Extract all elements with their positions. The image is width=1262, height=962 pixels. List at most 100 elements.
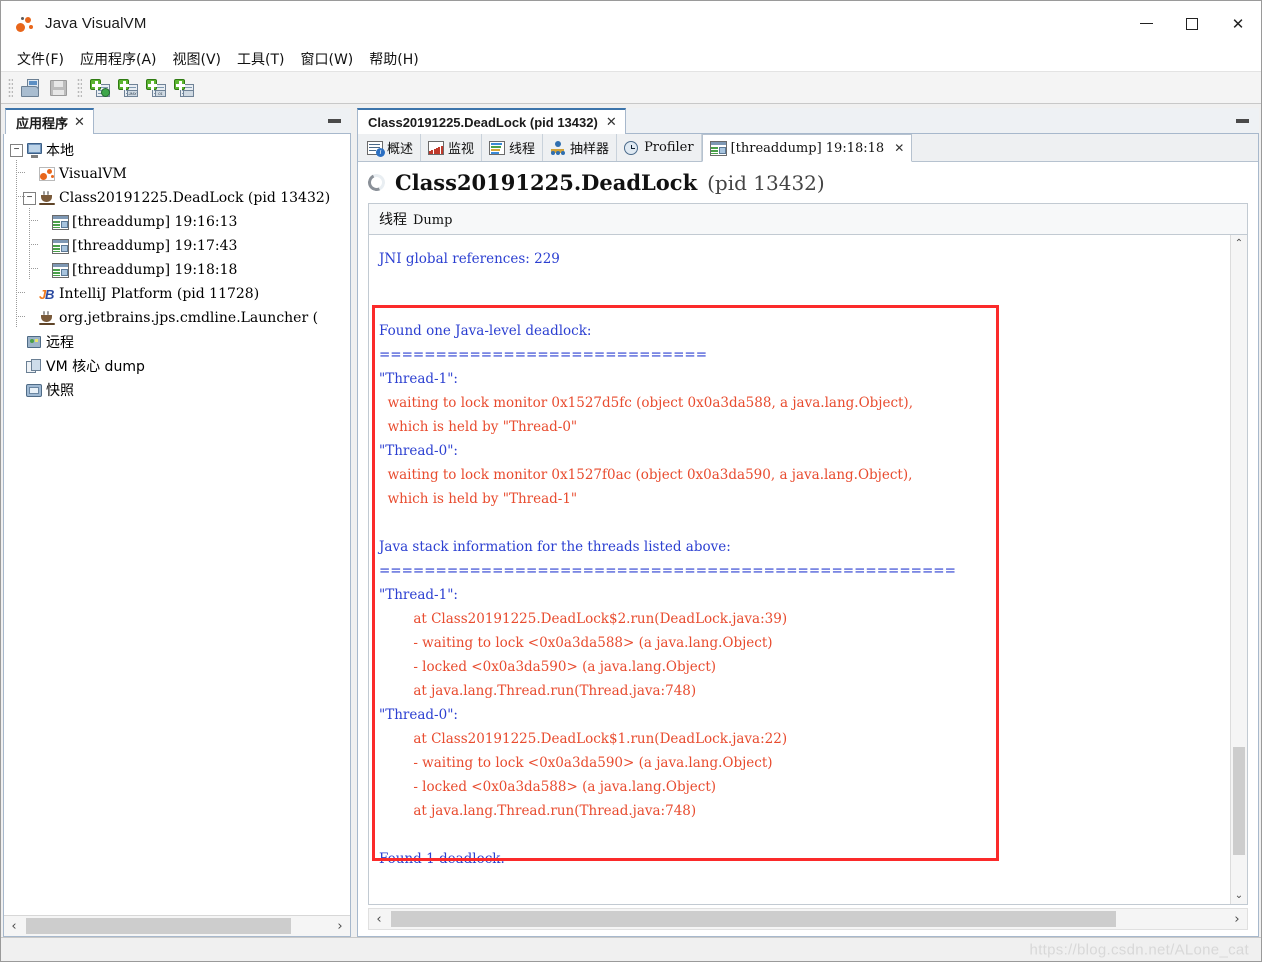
maximize-icon bbox=[1186, 17, 1198, 30]
dump-line: - locked <0x0a3da588> (a java.lang.Objec… bbox=[379, 779, 717, 795]
add-remote-host-button[interactable] bbox=[87, 75, 113, 101]
visualvm-icon bbox=[39, 166, 56, 182]
add-snapshot-button[interactable] bbox=[171, 75, 197, 101]
tree-expander-icon[interactable]: − bbox=[10, 143, 23, 157]
tree-node-threaddump-191818[interactable]: [threaddump] 19:18:18 bbox=[4, 256, 350, 282]
tree-node-intellij-platform[interactable]: J B IntelliJ Platform (pid 11728) bbox=[4, 280, 350, 306]
visualvm-icon bbox=[15, 14, 35, 34]
monitor-icon bbox=[26, 142, 43, 158]
dump-vscroll-thumb[interactable] bbox=[1233, 747, 1245, 856]
dump-line: which is held by "Thread-0" bbox=[379, 419, 578, 435]
threaddump-icon bbox=[52, 262, 69, 278]
dump-line: ============================= bbox=[379, 347, 708, 363]
tree-hscroll-thumb[interactable] bbox=[26, 918, 291, 934]
tab-monitor[interactable]: 监视 bbox=[421, 134, 483, 161]
dump-line: ========================================… bbox=[379, 563, 956, 579]
menu-view[interactable]: 视图(V) bbox=[165, 47, 230, 71]
minimize-icon[interactable] bbox=[1236, 118, 1249, 123]
tab-profiler[interactable]: Profiler bbox=[617, 134, 702, 161]
tree-node-threaddump-191613[interactable]: [threaddump] 19:16:13 bbox=[4, 208, 350, 234]
tab-overview[interactable]: i 概述 bbox=[360, 134, 422, 161]
tab-label: 概述 bbox=[387, 142, 414, 157]
tab-threads[interactable]: 线程 bbox=[482, 134, 544, 161]
dump-line: - waiting to lock <0x0a3da588> (a java.l… bbox=[379, 635, 773, 651]
thread-dump-output-area: JNI global references: 229 Found one Java… bbox=[368, 234, 1248, 905]
visualvm-window: Java VisualVM ✕ 文件(F) 应用程序(A) 视图(V) 工具(T) 窗口… bbox=[0, 0, 1262, 962]
open-file-button[interactable] bbox=[18, 75, 44, 101]
tree-horizontal-scrollbar[interactable]: ‹ › bbox=[4, 915, 350, 936]
save-disk-icon bbox=[49, 79, 69, 97]
dump-line: Java stack information for the threads l… bbox=[379, 539, 731, 555]
tree-node-remote[interactable]: 远程 bbox=[4, 330, 350, 354]
threaddump-icon bbox=[52, 238, 69, 254]
tree-node-jps-launcher[interactable]: org.jetbrains.jps.cmdline.Launcher ( bbox=[4, 304, 350, 330]
menu-window[interactable]: 窗口(W) bbox=[293, 47, 362, 71]
tree-node-label: VM 核心 dump bbox=[46, 359, 145, 375]
close-button[interactable]: ✕ bbox=[1215, 1, 1261, 46]
scroll-left-icon[interactable]: ‹ bbox=[369, 912, 389, 927]
scroll-right-icon[interactable]: › bbox=[1227, 912, 1247, 927]
tab-sampler[interactable]: 抽样器 bbox=[543, 134, 618, 161]
tab-label: Profiler bbox=[644, 140, 694, 155]
dump-line bbox=[379, 295, 1230, 319]
minimize-icon[interactable] bbox=[328, 118, 341, 123]
title-bar: Java VisualVM ✕ bbox=[1, 1, 1261, 46]
tree-hscroll-track[interactable] bbox=[24, 916, 330, 936]
scroll-up-icon[interactable]: ⌃ bbox=[1231, 235, 1247, 252]
tab-label: 线程 bbox=[509, 142, 536, 157]
minimize-button[interactable] bbox=[1123, 1, 1169, 46]
dump-hscroll-thumb[interactable] bbox=[391, 911, 1116, 927]
dump-process-pid: (pid 13432) bbox=[707, 170, 825, 195]
menu-applications[interactable]: 应用程序(A) bbox=[72, 47, 165, 71]
dump-line: at java.lang.Thread.run(Thread.java:748) bbox=[379, 803, 697, 819]
thread-dump-scroll-viewport[interactable]: JNI global references: 229 Found one Java… bbox=[369, 235, 1230, 904]
scroll-left-icon[interactable]: ‹ bbox=[4, 919, 24, 934]
profiler-clock-icon bbox=[624, 140, 640, 155]
scroll-down-icon[interactable]: ⌄ bbox=[1231, 887, 1247, 904]
tree-node-vm-coredump[interactable]: VM 核心 dump bbox=[4, 354, 350, 378]
thread-dump-section-header: 线程 Dump bbox=[368, 203, 1248, 234]
close-icon[interactable]: ✕ bbox=[894, 141, 904, 155]
dump-horizontal-scrollbar[interactable]: ‹ › bbox=[368, 908, 1248, 930]
threaddump-icon bbox=[52, 214, 69, 230]
tree-node-threaddump-191743[interactable]: [threaddump] 19:17:43 bbox=[4, 232, 350, 258]
applications-tab[interactable]: 应用程序 ✕ bbox=[5, 108, 94, 134]
menu-help[interactable]: 帮助(H) bbox=[361, 47, 426, 71]
dump-line: waiting to lock monitor 0x1527d5fc (obje… bbox=[379, 395, 913, 411]
close-icon[interactable]: ✕ bbox=[74, 115, 85, 130]
add-jmx-connection-button[interactable]: JMX bbox=[115, 75, 141, 101]
dump-line: which is held by "Thread-1" bbox=[379, 491, 578, 507]
tree-node-label: [threaddump] 19:18:18 bbox=[72, 262, 238, 278]
tree-node-snapshots[interactable]: 快照 bbox=[4, 378, 350, 402]
dump-vertical-scrollbar[interactable]: ⌃ ⌄ bbox=[1230, 235, 1247, 904]
dump-line: - waiting to lock <0x0a3da590> (a java.l… bbox=[379, 755, 773, 771]
toolbar-grip[interactable] bbox=[8, 77, 13, 98]
tab-threaddump-191818[interactable]: [threaddump] 19:18:18 ✕ bbox=[701, 134, 913, 162]
tree-expander-icon[interactable]: − bbox=[23, 191, 36, 205]
threaddump-icon bbox=[709, 140, 727, 156]
tree-node-local[interactable]: − 本地 bbox=[4, 138, 350, 162]
tab-label: [threaddump] 19:18:18 bbox=[730, 140, 885, 156]
coredump-icon bbox=[26, 358, 43, 374]
save-button[interactable] bbox=[46, 75, 72, 101]
tree-node-deadlock-process[interactable]: − Class20191225.DeadLock (pid 13432) bbox=[4, 184, 350, 210]
detail-sub-tabs: i 概述 监视 线程 抽样器 Profiler [threaddump] 19:18:18 ✕ bbox=[358, 134, 1258, 162]
tree-node-label: org.jetbrains.jps.cmdline.Launcher ( bbox=[59, 310, 319, 326]
tree-node-visualvm[interactable]: VisualVM bbox=[4, 160, 350, 186]
tree-node-label: Class20191225.DeadLock (pid 13432) bbox=[59, 190, 331, 206]
content-area: 应用程序 ✕ − 本地 VisualVM − Class20191225.DeadLoc… bbox=[1, 104, 1261, 937]
dump-hscroll-track[interactable] bbox=[389, 909, 1227, 929]
toolbar-grip-2[interactable] bbox=[77, 77, 82, 98]
menu-tools[interactable]: 工具(T) bbox=[229, 47, 292, 71]
process-tab[interactable]: Class20191225.DeadLock (pid 13432) ✕ bbox=[357, 108, 626, 134]
tree-node-label: 快照 bbox=[46, 383, 74, 399]
scroll-right-icon[interactable]: › bbox=[330, 919, 350, 934]
intellij-icon: JB bbox=[39, 286, 55, 302]
add-vm-coredump-button[interactable]: 01 bbox=[143, 75, 169, 101]
maximize-button[interactable] bbox=[1169, 1, 1215, 46]
applications-panel: 应用程序 ✕ − 本地 VisualVM − Class20191225.DeadLoc… bbox=[3, 108, 351, 937]
dump-vscroll-track[interactable] bbox=[1231, 252, 1247, 887]
menu-file[interactable]: 文件(F) bbox=[9, 47, 72, 71]
dump-line: "Thread-1": bbox=[379, 587, 458, 603]
close-icon[interactable]: ✕ bbox=[606, 114, 617, 130]
